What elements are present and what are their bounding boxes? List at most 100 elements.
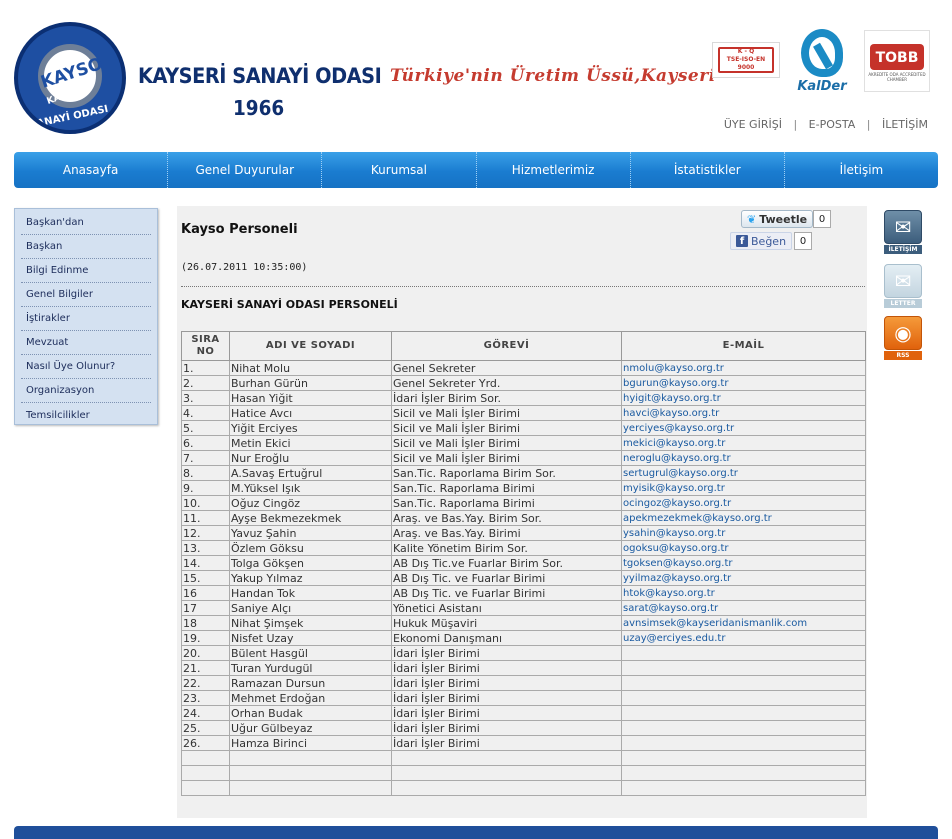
- member-login-link[interactable]: ÜYE GİRİŞİ: [724, 118, 782, 131]
- divider: [181, 286, 865, 287]
- cell-no: 2.: [181, 375, 230, 391]
- cell-role: AB Dış Tic. ve Fuarlar Birimi: [391, 585, 622, 601]
- cell-role: [391, 765, 622, 781]
- sidebar-item-subsidiaries[interactable]: İştirakler: [21, 307, 151, 331]
- sidebar-item-message-from-president[interactable]: Başkan'dan: [21, 211, 151, 235]
- sidebar-item-information-access[interactable]: Bilgi Edinme: [21, 259, 151, 283]
- letter-side-button[interactable]: ✉ LETTER: [884, 264, 922, 308]
- cell-no: 26.: [181, 735, 230, 751]
- cell-email[interactable]: sarat@kayso.org.tr: [621, 600, 866, 616]
- nav-item-announcements[interactable]: Genel Duyurular: [168, 152, 323, 188]
- table-row: 25. Uğur Gülbeyaz İdari İşler Birimi: [181, 720, 866, 736]
- cell-role: Sicil ve Mali İşler Birimi: [391, 450, 622, 466]
- cell-email: [621, 780, 866, 796]
- sidebar-item-president[interactable]: Başkan: [21, 235, 151, 259]
- kayso-logo[interactable]: KAYSO KAYSERİ SANAYİ ODASI: [14, 22, 126, 134]
- table-row: 12. Yavuz Şahin Araş. ve Bas.Yay. Birimi ys…: [181, 525, 866, 541]
- cell-email[interactable]: ogoksu@kayso.org.tr: [621, 540, 866, 556]
- sidebar-item-organization[interactable]: Organizasyon: [21, 379, 151, 403]
- cell-email[interactable]: bgurun@kayso.org.tr: [621, 375, 866, 391]
- tobb-badge[interactable]: TOBB AKREDİTE ODA ACCREDITED CHAMBER: [864, 30, 930, 92]
- letter-side-label: LETTER: [884, 299, 922, 308]
- cell-name: Yavuz Şahin: [229, 525, 392, 541]
- cell-email[interactable]: yerciyes@kayso.org.tr: [621, 420, 866, 436]
- table-row: 17 Saniye Alçı Yönetici Asistanı sarat@kays…: [181, 600, 866, 616]
- cell-role: Ekonomi Danışmanı: [391, 630, 622, 646]
- cell-email[interactable]: mekici@kayso.org.tr: [621, 435, 866, 451]
- table-row: 5. Yiğit Erciyes Sicil ve Mali İşler Birim…: [181, 420, 866, 436]
- rss-side-button[interactable]: ◉ RSS: [884, 316, 922, 360]
- cell-name: Hatice Avcı: [229, 405, 392, 421]
- cell-role: Sicil ve Mali İşler Birimi: [391, 435, 622, 451]
- facebook-icon: f: [736, 235, 748, 247]
- tweet-button[interactable]: ❦ Tweetle: [741, 210, 814, 228]
- tse-line2: TSE-ISO-EN: [726, 56, 766, 63]
- cell-email[interactable]: myisik@kayso.org.tr: [621, 480, 866, 496]
- sidebar-item-how-to-join[interactable]: Nasıl Üye Olunur?: [21, 355, 151, 379]
- tse-badge[interactable]: K - Q TSE-ISO-EN 9000: [712, 42, 780, 78]
- cell-email[interactable]: tgoksen@kayso.org.tr: [621, 555, 866, 571]
- cell-role: İdari İşler Birimi: [391, 705, 622, 721]
- cell-email[interactable]: avnsimsek@kayseridanismanlik.com: [621, 615, 866, 631]
- post-date: (26.07.2011 10:35:00): [181, 262, 308, 273]
- cell-email[interactable]: hyigit@kayso.org.tr: [621, 390, 866, 406]
- cell-name: [229, 765, 392, 781]
- cell-email[interactable]: yyilmaz@kayso.org.tr: [621, 570, 866, 586]
- nav-item-services[interactable]: Hizmetlerimiz: [477, 152, 631, 188]
- staff-table-body: 1. Nihat Molu Genel Sekreter nmolu@kayso.or…: [181, 360, 866, 796]
- cell-name: [229, 750, 392, 766]
- table-row: 26. Hamza Birinci İdari İşler Birimi: [181, 735, 866, 751]
- cell-no: 22.: [181, 675, 230, 691]
- nav-item-home[interactable]: Anasayfa: [14, 152, 169, 188]
- cell-name: Uğur Gülbeyaz: [229, 720, 392, 736]
- table-row: 16 Handan Tok AB Dış Tic. ve Fuarlar Birim…: [181, 585, 866, 601]
- table-row: 11. Ayşe Bekmezekmek Araş. ve Bas.Yay. Bir…: [181, 510, 866, 526]
- cell-role: Sicil ve Mali İşler Birimi: [391, 420, 622, 436]
- table-row: 14. Tolga Gökşen AB Dış Tic.ve Fuarlar Bir…: [181, 555, 866, 571]
- cell-no: [181, 750, 230, 766]
- table-row: 20. Bülent Hasgül İdari İşler Birimi: [181, 645, 866, 661]
- cell-name: Turan Yurdugül: [229, 660, 392, 676]
- rss-side-label: RSS: [884, 351, 922, 360]
- section-heading: KAYSERİ SANAYİ ODASI PERSONELİ: [181, 298, 398, 311]
- cell-email[interactable]: havci@kayso.org.tr: [621, 405, 866, 421]
- cell-email[interactable]: uzay@erciyes.edu.tr: [621, 630, 866, 646]
- nav-item-contact[interactable]: İletişim: [785, 152, 938, 188]
- nav-item-corporate[interactable]: Kurumsal: [322, 152, 477, 188]
- cell-email[interactable]: ocingoz@kayso.org.tr: [621, 495, 866, 511]
- cell-role: İdari İşler Birimi: [391, 690, 622, 706]
- nav-item-statistics[interactable]: İstatistikler: [631, 152, 785, 188]
- cell-email[interactable]: neroglu@kayso.org.tr: [621, 450, 866, 466]
- sidebar-item-representatives[interactable]: Temsilcilikler: [21, 403, 151, 427]
- cell-email[interactable]: htok@kayso.org.tr: [621, 585, 866, 601]
- cell-no: 5.: [181, 420, 230, 436]
- org-name: KAYSERİ SANAYİ ODASI: [138, 64, 382, 88]
- kalder-badge[interactable]: KalDer: [790, 26, 854, 96]
- column-header-name: ADI VE SOYADI: [229, 331, 392, 361]
- tse-line1: K - Q: [737, 48, 755, 55]
- cell-no: 7.: [181, 450, 230, 466]
- cell-email[interactable]: sertugrul@kayso.org.tr: [621, 465, 866, 481]
- tweet-count: 0: [813, 210, 831, 228]
- like-button[interactable]: f Beğen: [730, 232, 793, 250]
- cell-name: Ayşe Bekmezekmek: [229, 510, 392, 526]
- cell-email: [621, 645, 866, 661]
- cell-name: Oğuz Cingöz: [229, 495, 392, 511]
- main-content: Kayso Personeli ❦ Tweetle 0 f Beğen 0 (2…: [177, 206, 867, 818]
- cell-no: 6.: [181, 435, 230, 451]
- cell-email[interactable]: ysahin@kayso.org.tr: [621, 525, 866, 541]
- cell-name: Nihat Şimşek: [229, 615, 392, 631]
- cell-name: Nisfet Uzay: [229, 630, 392, 646]
- cell-name: M.Yüksel Işık: [229, 480, 392, 496]
- tobb-sub-label: AKREDİTE ODA ACCREDITED CHAMBER: [868, 72, 926, 82]
- sidebar-item-general-info[interactable]: Genel Bilgiler: [21, 283, 151, 307]
- email-link[interactable]: E-POSTA: [809, 118, 856, 131]
- table-row: [181, 750, 866, 766]
- contact-link[interactable]: İLETİŞİM: [882, 118, 928, 131]
- cell-email[interactable]: nmolu@kayso.org.tr: [621, 360, 866, 376]
- contact-side-button[interactable]: ✉ İLETİŞİM: [884, 210, 922, 254]
- cell-no: 3.: [181, 390, 230, 406]
- cell-no: [181, 780, 230, 796]
- sidebar-item-legislation[interactable]: Mevzuat: [21, 331, 151, 355]
- cell-email[interactable]: apekmezekmek@kayso.org.tr: [621, 510, 866, 526]
